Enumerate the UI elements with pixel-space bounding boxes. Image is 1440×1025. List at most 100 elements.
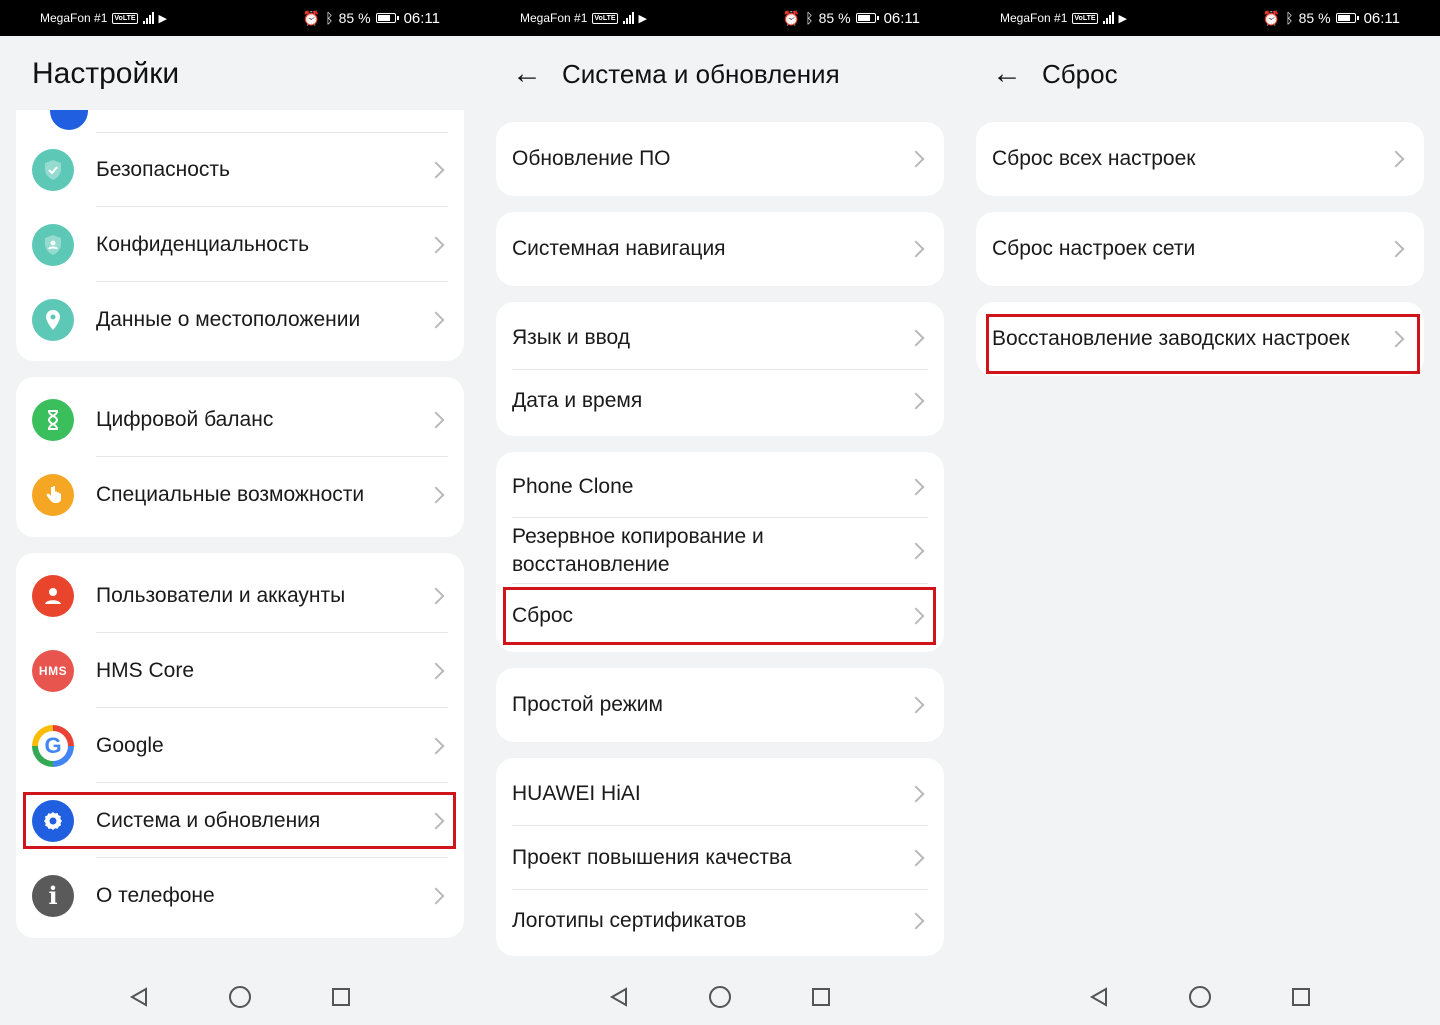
chevron-right-icon [907, 240, 925, 258]
settings-list: Безопасность Конфиденциальность Данные о… [0, 110, 480, 938]
back-nav-icon[interactable] [1088, 986, 1110, 1008]
play-icon: ▶ [158, 12, 167, 25]
item-system-navigation[interactable]: Системная навигация [496, 212, 944, 286]
item-factory-reset[interactable]: Восстановление заводских настроек [976, 302, 1424, 376]
group-system-navigation: Системная навигация [496, 212, 944, 286]
bluetooth-icon: ᛒ [1285, 10, 1294, 26]
recents-nav-icon[interactable] [1290, 986, 1312, 1008]
chevron-right-icon [1387, 150, 1405, 168]
hand-pointer-icon [32, 473, 74, 516]
chevron-right-icon [907, 392, 925, 410]
item-backup-restore[interactable]: Резервное копирование и восстановление [496, 518, 944, 584]
chevron-right-icon [907, 849, 925, 867]
settings-item-hms-core[interactable]: HMS HMS Core [16, 633, 464, 708]
screen-settings: MegaFon #1 VoLTE ▶ ⏰ ᛒ 85 % 06:11 Настро… [0, 0, 480, 1025]
chevron-right-icon [907, 150, 925, 168]
item-language-input[interactable]: Язык и ввод [496, 306, 944, 370]
chevron-right-icon [427, 812, 445, 829]
item-label: Системная навигация [512, 237, 726, 260]
chevron-right-icon [427, 486, 445, 503]
group-clone-backup-reset: Phone Clone Резервное копирование и восс… [496, 452, 944, 652]
info-icon: i [32, 874, 74, 917]
item-label: Сброс всех настроек [992, 147, 1196, 170]
group-reset-network: Сброс настроек сети [976, 212, 1424, 286]
gear-icon [32, 799, 74, 842]
bluetooth-icon: ᛒ [325, 10, 334, 26]
settings-group-wellbeing: Цифровой баланс Специальные возможности [16, 377, 464, 537]
settings-item-label: Пользователи и аккаунты [96, 583, 346, 607]
home-nav-icon[interactable] [228, 985, 252, 1009]
page-title: Настройки [32, 57, 180, 90]
battery-icon [375, 13, 399, 23]
settings-group-accounts: Пользователи и аккаунты HMS HMS Core G G… [16, 553, 464, 938]
item-cert-logos[interactable]: Логотипы сертификатов [496, 890, 944, 952]
group-reset-all: Сброс всех настроек [976, 122, 1424, 196]
signal-icon [1102, 12, 1114, 24]
clock: 06:11 [883, 9, 920, 27]
page-title: Система и обновления [562, 58, 840, 89]
back-arrow-icon[interactable]: ← [992, 59, 1022, 89]
reset-list: Сброс всех настроек Сброс настроек сети … [960, 122, 1440, 376]
settings-item-accessibility[interactable]: Специальные возможности [16, 457, 464, 532]
item-reset[interactable]: Сброс [496, 584, 944, 648]
settings-item-users[interactable]: Пользователи и аккаунты [16, 558, 464, 633]
partial-icon [50, 110, 88, 130]
chevron-right-icon [907, 696, 925, 714]
back-nav-icon[interactable] [128, 986, 150, 1008]
chevron-right-icon [907, 607, 925, 625]
item-phone-clone[interactable]: Phone Clone [496, 456, 944, 518]
item-software-update[interactable]: Обновление ПО [496, 122, 944, 196]
header: Настройки [0, 36, 480, 112]
item-label: Сброс настроек сети [992, 237, 1196, 260]
chevron-right-icon [907, 542, 925, 560]
item-label: Дата и время [512, 389, 643, 412]
chevron-right-icon [427, 161, 445, 178]
alarm-icon: ⏰ [782, 9, 801, 26]
chevron-right-icon [907, 785, 925, 803]
item-label: Проект повышения качества [512, 846, 792, 869]
item-huawei-hiai[interactable]: HUAWEI HiAI [496, 762, 944, 826]
settings-item-google[interactable]: G Google [16, 708, 464, 783]
item-simple-mode[interactable]: Простой режим [496, 668, 944, 742]
recents-nav-icon[interactable] [330, 986, 352, 1008]
back-arrow-icon[interactable]: ← [512, 59, 542, 89]
signal-icon [622, 12, 634, 24]
header: ← Сброс [960, 36, 1440, 112]
bluetooth-icon: ᛒ [805, 10, 814, 26]
screens: MegaFon #1 VoLTE ▶ ⏰ ᛒ 85 % 06:11 Настро… [0, 0, 1440, 1025]
settings-item-label: Система и обновления [96, 808, 321, 832]
settings-item-digital-balance[interactable]: Цифровой баланс [16, 382, 464, 457]
volte-icon: VoLTE [592, 12, 618, 24]
carrier-name: MegaFon #1 [40, 11, 108, 25]
home-nav-icon[interactable] [708, 985, 732, 1009]
home-nav-icon[interactable] [1188, 985, 1212, 1009]
back-nav-icon[interactable] [608, 986, 630, 1008]
settings-item-security[interactable]: Безопасность [16, 132, 464, 207]
alarm-icon: ⏰ [1262, 9, 1281, 26]
settings-item-location[interactable]: Данные о местоположении [16, 282, 464, 357]
group-factory-reset: Восстановление заводских настроек [976, 302, 1424, 376]
page-title: Сброс [1042, 58, 1118, 89]
item-reset-all-settings[interactable]: Сброс всех настроек [976, 122, 1424, 196]
settings-item-privacy[interactable]: Конфиденциальность [16, 207, 464, 282]
clock: 06:11 [1363, 9, 1400, 27]
item-label: Phone Clone [512, 475, 634, 498]
header: ← Система и обновления [480, 36, 960, 112]
settings-item-label: О телефоне [96, 883, 215, 907]
item-date-time[interactable]: Дата и время [496, 370, 944, 432]
hourglass-icon [32, 398, 74, 441]
item-label: Логотипы сертификатов [512, 909, 747, 932]
item-label: Обновление ПО [512, 147, 671, 170]
carrier-name: MegaFon #1 [520, 11, 588, 25]
settings-item-system-updates[interactable]: Система и обновления [16, 783, 464, 858]
item-quality-project[interactable]: Проект повышения качества [496, 826, 944, 890]
item-reset-network-settings[interactable]: Сброс настроек сети [976, 212, 1424, 286]
settings-item-label: Google [96, 733, 164, 757]
item-label: HUAWEI HiAI [512, 782, 641, 805]
item-label: Язык и ввод [512, 326, 631, 349]
settings-item-about-phone[interactable]: i О телефоне [16, 858, 464, 933]
recents-nav-icon[interactable] [810, 986, 832, 1008]
nav-bar [480, 969, 960, 1025]
status-bar: MegaFon #1 VoLTE ▶ ⏰ ᛒ 85 % 06:11 [960, 0, 1440, 36]
screen-system-updates: MegaFon #1 VoLTE ▶ ⏰ ᛒ 85 % 06:11 ← Сист… [480, 0, 960, 1025]
